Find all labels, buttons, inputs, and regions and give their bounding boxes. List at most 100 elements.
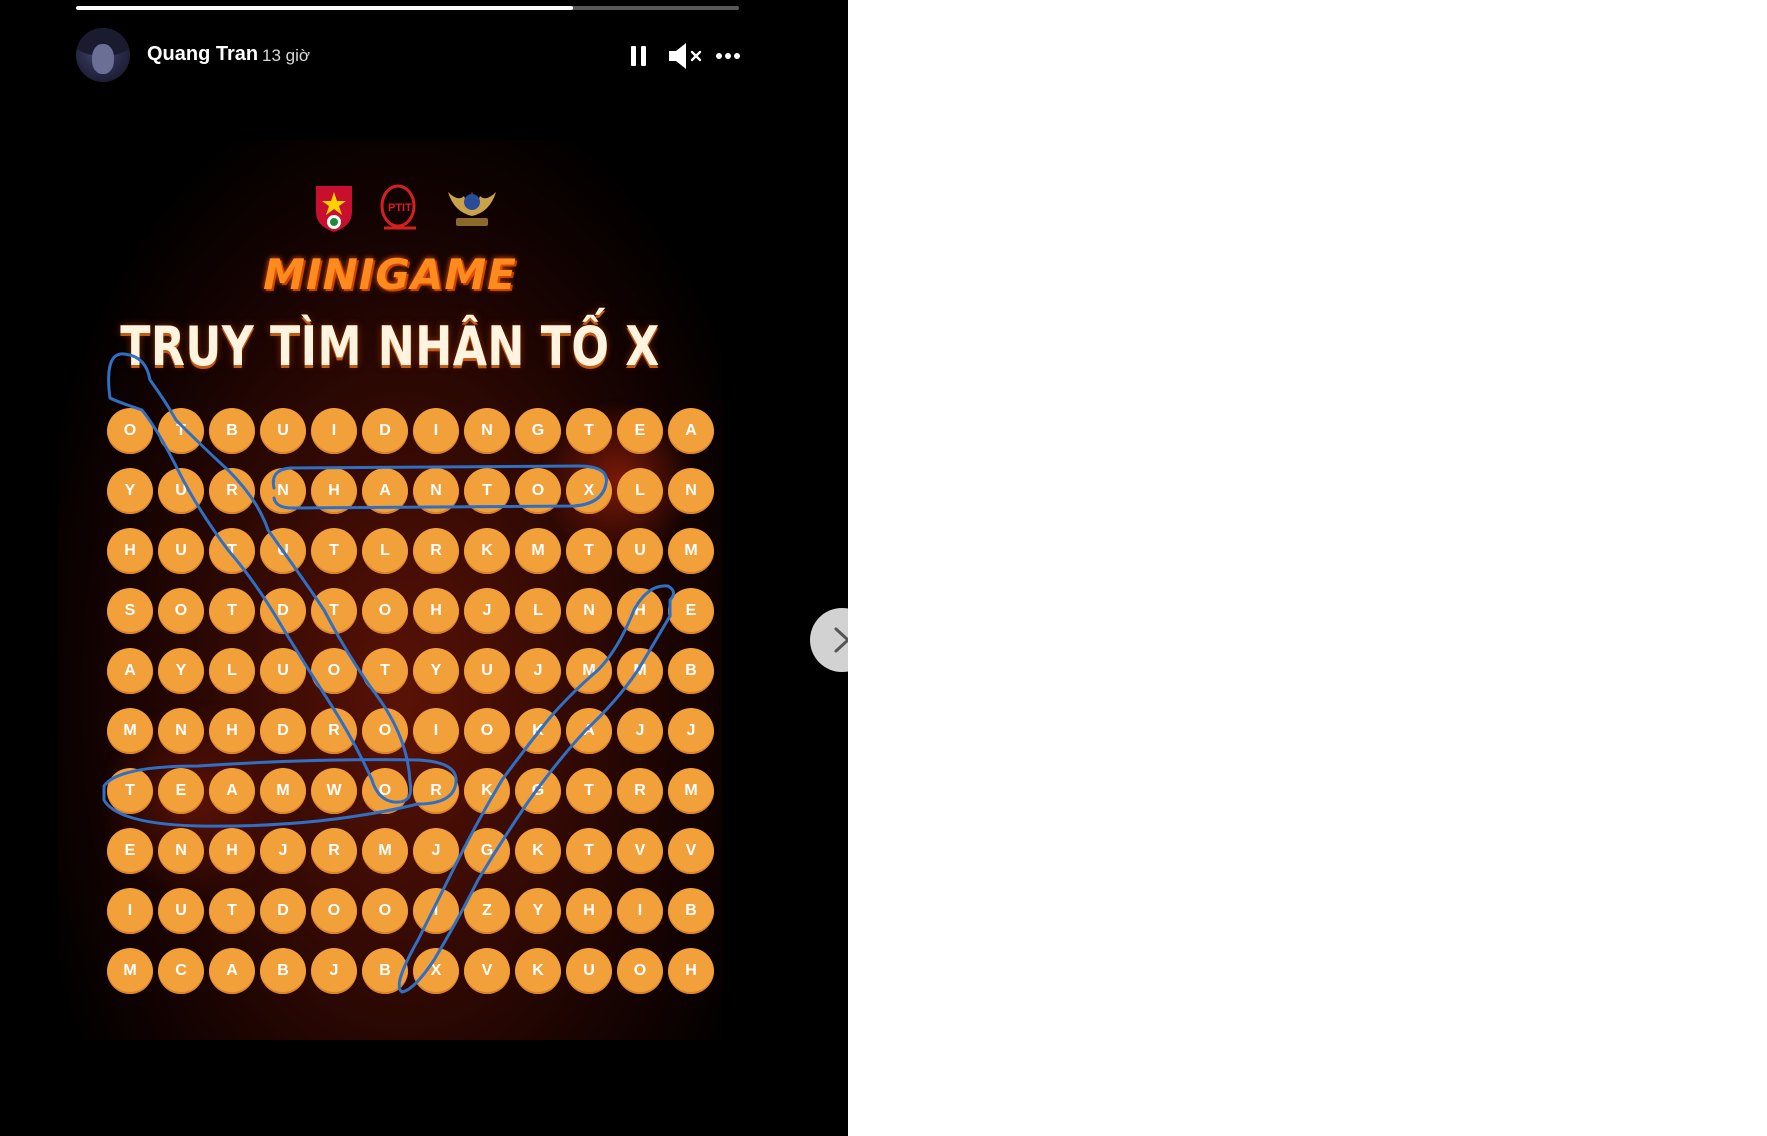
letter-cell: W: [311, 768, 357, 814]
letter-cell: U: [617, 528, 663, 574]
avatar[interactable]: [76, 28, 130, 82]
letter-cell: U: [260, 528, 306, 574]
post-time: 13 giờ: [262, 46, 311, 65]
letter-cell: K: [464, 768, 510, 814]
letter-cell: Y: [515, 888, 561, 934]
mute-button[interactable]: [664, 38, 708, 74]
author-name[interactable]: Quang Tran: [147, 43, 258, 66]
letter-cell: B: [209, 408, 255, 454]
letter-cell: A: [209, 948, 255, 994]
letter-cell: J: [617, 708, 663, 754]
letter-cell: T: [566, 828, 612, 874]
letter-cell: M: [515, 528, 561, 574]
pause-icon: [631, 46, 646, 66]
letter-cell: A: [668, 408, 714, 454]
letter-cell: A: [107, 648, 153, 694]
letter-cell: J: [464, 588, 510, 634]
letter-cell: R: [413, 768, 459, 814]
letter-cell: D: [260, 708, 306, 754]
letter-cell: O: [617, 948, 663, 994]
letter-cell: R: [311, 828, 357, 874]
letter-cell: O: [311, 888, 357, 934]
letter-cell: O: [362, 888, 408, 934]
letter-cell: L: [209, 648, 255, 694]
letter-cell: O: [311, 648, 357, 694]
letter-cell: A: [362, 468, 408, 514]
letter-cell: K: [515, 708, 561, 754]
letter-cell: H: [668, 948, 714, 994]
letter-cell: L: [617, 468, 663, 514]
letter-cell: J: [413, 828, 459, 874]
letter-cell: H: [209, 708, 255, 754]
letter-cell: H: [566, 888, 612, 934]
letter-cell: O: [362, 588, 408, 634]
letter-cell: M: [107, 948, 153, 994]
letter-cell: B: [668, 648, 714, 694]
letter-cell: T: [311, 528, 357, 574]
letter-cell: T: [107, 768, 153, 814]
speaker-muted-icon: [669, 43, 702, 69]
letter-cell: H: [413, 588, 459, 634]
letter-cell: C: [158, 948, 204, 994]
letter-cell: U: [566, 948, 612, 994]
letter-cell: O: [515, 468, 561, 514]
letter-cell: U: [158, 468, 204, 514]
letter-cell: J: [668, 708, 714, 754]
story-progress-bar: [76, 6, 739, 10]
letter-cell: O: [362, 708, 408, 754]
letter-cell: N: [668, 468, 714, 514]
letter-cell: Z: [464, 888, 510, 934]
letter-cell: S: [107, 588, 153, 634]
letter-cell: T: [566, 528, 612, 574]
letter-cell: V: [464, 948, 510, 994]
letter-cell: H: [107, 528, 153, 574]
more-horizontal-icon: [716, 53, 740, 59]
letter-cell: I: [413, 888, 459, 934]
letter-cell: I: [413, 408, 459, 454]
letter-cell: K: [464, 528, 510, 574]
letter-cell: D: [260, 588, 306, 634]
letter-cell: J: [260, 828, 306, 874]
letter-cell: H: [209, 828, 255, 874]
letter-cell: U: [260, 648, 306, 694]
letter-cell: A: [566, 708, 612, 754]
pause-button[interactable]: [622, 38, 656, 74]
letter-cell: R: [413, 528, 459, 574]
letter-cell: U: [260, 408, 306, 454]
letter-grid: OTBUIDINGTEAYURNHANTOXLNHUTUTLRKMTUMSOTD…: [58, 140, 722, 1040]
letter-cell: O: [362, 768, 408, 814]
letter-cell: L: [515, 588, 561, 634]
story-progress-fill: [76, 6, 574, 10]
letter-cell: Y: [158, 648, 204, 694]
letter-cell: E: [668, 588, 714, 634]
letter-cell: M: [668, 768, 714, 814]
letter-cell: J: [515, 648, 561, 694]
letter-cell: N: [464, 408, 510, 454]
letter-cell: O: [158, 588, 204, 634]
letter-cell: U: [158, 528, 204, 574]
letter-cell: X: [413, 948, 459, 994]
letter-cell: D: [362, 408, 408, 454]
letter-cell: N: [158, 828, 204, 874]
letter-cell: N: [158, 708, 204, 754]
letter-cell: K: [515, 948, 561, 994]
letter-cell: G: [515, 408, 561, 454]
letter-cell: N: [413, 468, 459, 514]
letter-cell: R: [311, 708, 357, 754]
letter-cell: I: [413, 708, 459, 754]
letter-cell: U: [158, 888, 204, 934]
letter-cell: E: [617, 408, 663, 454]
letter-cell: R: [617, 768, 663, 814]
next-story-button[interactable]: [810, 608, 848, 672]
letter-cell: M: [260, 768, 306, 814]
letter-cell: M: [362, 828, 408, 874]
letter-cell: V: [668, 828, 714, 874]
letter-cell: G: [464, 828, 510, 874]
more-options-button[interactable]: [711, 38, 745, 74]
letter-cell: Y: [413, 648, 459, 694]
letter-cell: B: [668, 888, 714, 934]
letter-cell: R: [209, 468, 255, 514]
letter-cell: I: [617, 888, 663, 934]
letter-cell: M: [107, 708, 153, 754]
letter-cell: O: [464, 708, 510, 754]
